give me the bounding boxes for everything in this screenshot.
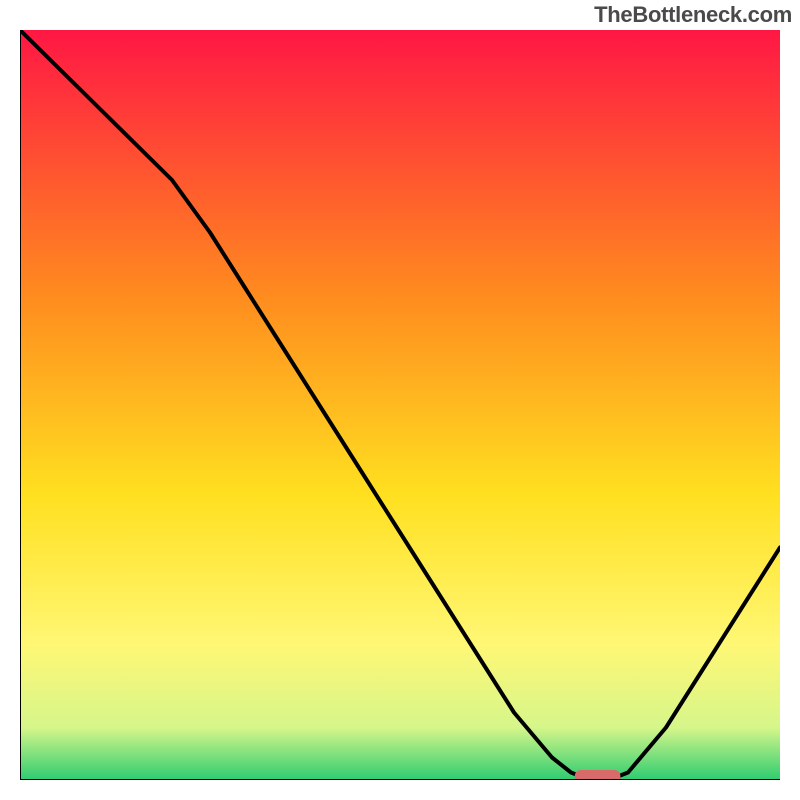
watermark-text: TheBottleneck.com xyxy=(594,2,792,28)
chart-canvas: TheBottleneck.com xyxy=(0,0,800,800)
optimum-marker xyxy=(575,770,621,780)
plot-area xyxy=(20,30,780,780)
chart-svg xyxy=(20,30,780,780)
